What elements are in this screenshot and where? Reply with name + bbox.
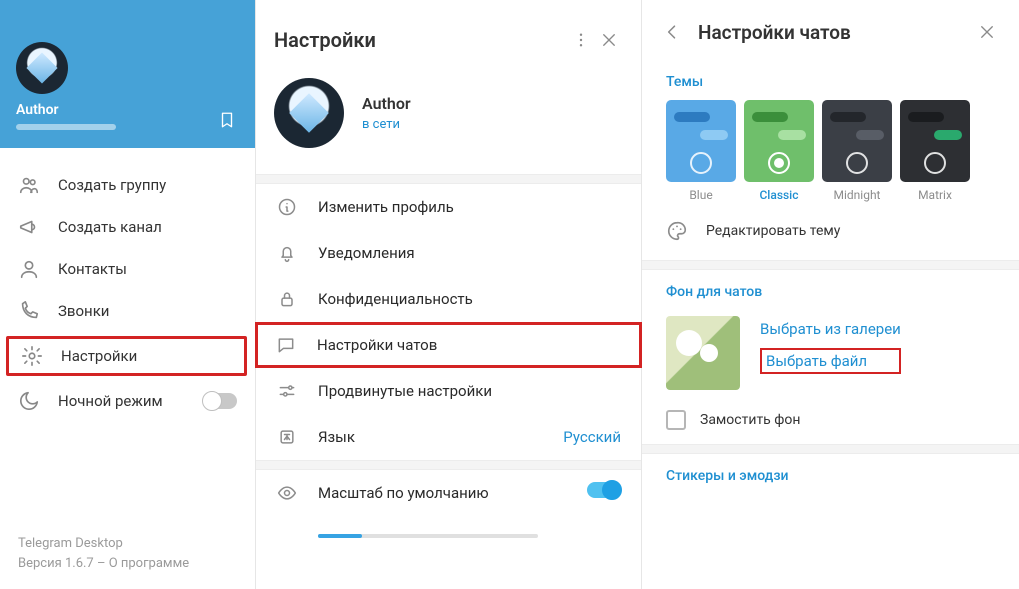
tile-label: Замостить фон (700, 412, 800, 428)
sidebar-item-label: Настройки (61, 347, 137, 365)
gear-icon (21, 345, 43, 367)
close-icon[interactable] (975, 20, 999, 44)
chat-settings-title: Настройки чатов (698, 21, 961, 44)
settings-item-label: Изменить профиль (318, 198, 454, 216)
settings-item-label: Настройки чатов (317, 336, 437, 354)
theme-name: Classic (759, 188, 798, 202)
bell-icon (276, 242, 298, 264)
theme-thumb (744, 100, 814, 182)
settings-item-edit-profile[interactable]: Изменить профиль (256, 184, 641, 230)
scale-slider[interactable] (276, 524, 621, 538)
megaphone-icon (18, 216, 40, 238)
sidebar-phone (16, 124, 116, 130)
theme-name: Blue (689, 188, 712, 202)
theme-name: Midnight (834, 188, 881, 202)
tile-checkbox[interactable] (666, 410, 686, 430)
default-scale-toggle[interactable] (587, 482, 621, 498)
app-name: Telegram Desktop (18, 534, 237, 554)
theme-thumb (900, 100, 970, 182)
themes-row: Blue Classic Midnight Matrix (642, 100, 1019, 202)
sidebar-item-new-channel[interactable]: Создать канал (0, 206, 255, 248)
sidebar-item-label: Звонки (58, 302, 109, 320)
sidebar: Author Создать группу Создать канал Конт… (0, 0, 256, 589)
theme-card-matrix[interactable]: Matrix (900, 100, 970, 202)
theme-card-blue[interactable]: Blue (666, 100, 736, 202)
background-label: Фон для чатов (642, 270, 1019, 310)
theme-thumb (666, 100, 736, 182)
language-value: Русский (563, 428, 621, 446)
sidebar-item-calls[interactable]: Звонки (0, 290, 255, 332)
separator (642, 260, 1019, 270)
scale-label: Масштаб по умолчанию (318, 484, 489, 502)
separator (256, 174, 641, 184)
settings-header: Настройки (256, 0, 641, 72)
avatar[interactable] (16, 42, 68, 94)
language-icon (276, 426, 298, 448)
settings-item-advanced[interactable]: Продвинутые настройки (256, 368, 641, 414)
lock-icon (276, 288, 298, 310)
bookmark-icon[interactable] (213, 106, 241, 134)
group-icon (18, 174, 40, 196)
separator (256, 460, 641, 470)
theme-name: Matrix (918, 188, 952, 202)
settings-item-default-scale[interactable]: Масштаб по умолчанию (256, 470, 641, 550)
settings-item-label: Продвинутые настройки (318, 382, 492, 400)
sidebar-footer: Telegram Desktop Версия 1.6.7 – О програ… (0, 534, 255, 589)
edit-theme-button[interactable]: Редактировать тему (642, 202, 1019, 260)
choose-from-gallery-link[interactable]: Выбрать из галереи (760, 320, 901, 338)
settings-item-notifications[interactable]: Уведомления (256, 230, 641, 276)
sidebar-username: Author (16, 102, 239, 118)
settings-list: Изменить профиль Уведомления Конфиденциа… (256, 184, 641, 460)
more-menu-icon[interactable] (567, 26, 595, 54)
theme-thumb (822, 100, 892, 182)
separator (642, 444, 1019, 454)
sliders-icon (276, 380, 298, 402)
moon-icon (18, 390, 40, 412)
edit-theme-label: Редактировать тему (706, 223, 840, 239)
background-preview[interactable] (666, 316, 740, 390)
chat-settings-panel: Настройки чатов Темы Blue Classic Midnight… (642, 0, 1019, 589)
settings-panel: Настройки Author в сети Изменить профиль… (256, 0, 642, 589)
profile-name: Author (362, 94, 411, 113)
palette-icon (666, 220, 688, 242)
settings-item-privacy[interactable]: Конфиденциальность (256, 276, 641, 322)
night-mode-toggle[interactable] (203, 393, 237, 409)
stickers-label[interactable]: Стикеры и эмодзи (642, 454, 1019, 494)
eye-icon (276, 482, 298, 504)
chat-icon (275, 334, 297, 356)
tile-background-row[interactable]: Замостить фон (642, 396, 1019, 444)
sidebar-item-label: Ночной режим (58, 392, 163, 410)
app-version[interactable]: Версия 1.6.7 – О программе (18, 554, 237, 574)
settings-item-language[interactable]: Язык Русский (256, 414, 641, 460)
sidebar-item-night-mode[interactable]: Ночной режим (0, 380, 255, 422)
theme-card-classic[interactable]: Classic (744, 100, 814, 202)
theme-card-midnight[interactable]: Midnight (822, 100, 892, 202)
settings-title: Настройки (274, 28, 567, 52)
settings-item-label: Уведомления (318, 244, 415, 262)
settings-item-label: Язык (318, 428, 355, 446)
choose-file-link[interactable]: Выбрать файл (760, 348, 901, 374)
phone-icon (18, 300, 40, 322)
sidebar-menu: Создать группу Создать канал Контакты Зв… (0, 148, 255, 534)
settings-item-label: Конфиденциальность (318, 290, 473, 308)
sidebar-item-label: Создать группу (58, 176, 166, 194)
settings-item-chat-settings[interactable]: Настройки чатов (255, 322, 642, 368)
sidebar-item-label: Контакты (58, 260, 127, 278)
profile-row[interactable]: Author в сети (256, 72, 641, 174)
sidebar-item-settings[interactable]: Настройки (6, 336, 247, 376)
themes-label: Темы (642, 60, 1019, 100)
sidebar-item-label: Создать канал (58, 218, 162, 236)
person-icon (18, 258, 40, 280)
back-icon[interactable] (660, 20, 684, 44)
close-icon[interactable] (595, 26, 623, 54)
sidebar-item-new-group[interactable]: Создать группу (0, 164, 255, 206)
avatar (274, 78, 344, 148)
profile-status: в сети (362, 117, 411, 132)
chat-settings-header: Настройки чатов (642, 0, 1019, 60)
info-icon (276, 196, 298, 218)
background-row: Выбрать из галереи Выбрать файл (642, 310, 1019, 396)
sidebar-item-contacts[interactable]: Контакты (0, 248, 255, 290)
sidebar-header: Author (0, 0, 255, 148)
